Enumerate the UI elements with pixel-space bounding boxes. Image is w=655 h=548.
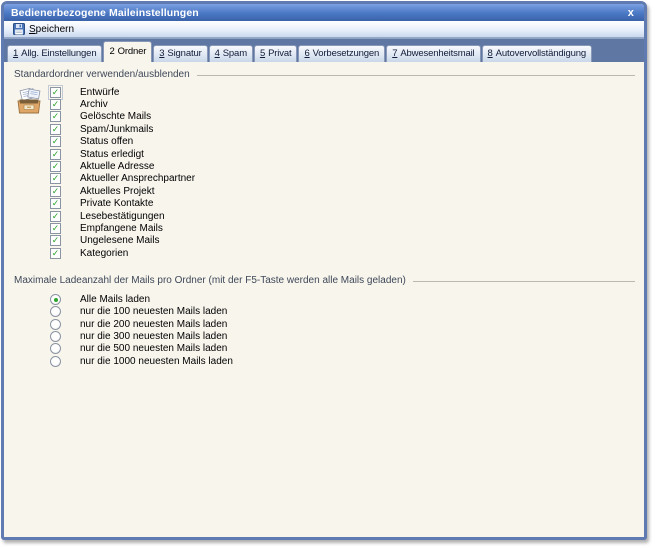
check-icon: ✓ [52,199,60,208]
checkbox-aktuelle-adresse[interactable]: ✓ [50,161,61,172]
section-header-ladeanzahl: Maximale Ladeanzahl der Mails pro Ordner… [14,275,636,286]
radio-alle-mails[interactable] [50,294,61,305]
tab-panel-ordner: Standardordner verwenden/ausblenden [4,62,644,537]
checkbox-archiv[interactable]: ✓ [50,99,61,110]
archive-drawer-icon [14,88,44,115]
folder-row: ✓Ungelesene Mails [50,235,636,247]
tab-allg-einstellungen[interactable]: 1Allg. Einstellungen [7,45,102,62]
radio-100-mails[interactable] [50,306,61,317]
radio-row: nur die 200 neuesten Mails laden [50,318,636,330]
checkbox-lesebestaetigungen[interactable]: ✓ [50,211,61,222]
checkbox-private-kontakte[interactable]: ✓ [50,198,61,209]
check-icon: ✓ [52,212,60,221]
checkbox-entwuerfe[interactable]: ✓ [50,87,61,98]
radio-500-mails[interactable] [50,343,61,354]
folders-group: ✓Entwürfe ✓Archiv ✓Gelöschte Mails ✓Spam… [14,86,636,259]
folder-row: ✓Archiv [50,98,636,110]
folder-row: ✓Aktuelle Adresse [50,160,636,172]
section-title: Standardordner verwenden/ausblenden [14,69,190,80]
tab-strip: 1Allg. Einstellungen 2Ordner 3Signatur 4… [4,38,644,62]
checkbox-geloeschte-mails[interactable]: ✓ [50,111,61,122]
check-icon: ✓ [52,162,60,171]
checkbox-ungelesene-mails[interactable]: ✓ [50,235,61,246]
folder-row: ✓Entwürfe [50,86,636,98]
radio-row: nur die 100 neuesten Mails laden [50,306,636,318]
section-header-standardordner: Standardordner verwenden/ausblenden [14,69,636,80]
tab-signatur[interactable]: 3Signatur [153,45,207,62]
tab-privat[interactable]: 5Privat [254,45,298,62]
section-title: Maximale Ladeanzahl der Mails pro Ordner… [14,275,406,286]
check-icon: ✓ [52,137,60,146]
folder-row: ✓Status erledigt [50,148,636,160]
radio-300-mails[interactable] [50,331,61,342]
close-icon[interactable]: x [625,7,637,19]
radio-row: nur die 500 neuesten Mails laden [50,343,636,355]
check-icon: ✓ [52,224,60,233]
folder-checkbox-list: ✓Entwürfe ✓Archiv ✓Gelöschte Mails ✓Spam… [50,86,636,259]
tab-spam[interactable]: 4Spam [209,45,253,62]
tab-abwesenheitsmail[interactable]: 7Abwesenheitsmail [386,45,480,62]
save-button[interactable]: Speichern [13,23,74,35]
check-icon: ✓ [52,236,60,245]
load-count-options: Alle Mails laden nur die 100 neuesten Ma… [50,293,636,367]
checkbox-empfangene-mails[interactable]: ✓ [50,223,61,234]
checkbox-status-erledigt[interactable]: ✓ [50,149,61,160]
load-count-group: Maximale Ladeanzahl der Mails pro Ordner… [14,275,636,367]
settings-dialog: Bedienerbezogene Maileinstellungen x Spe… [1,1,647,540]
tab-ordner[interactable]: 2Ordner [103,41,152,62]
check-icon: ✓ [52,249,60,258]
radio-row: nur die 300 neuesten Mails laden [50,330,636,342]
check-icon: ✓ [52,100,60,109]
folder-row: ✓Empfangene Mails [50,222,636,234]
folder-row: ✓Private Kontakte [50,198,636,210]
radio-row: nur die 1000 neuesten Mails laden [50,355,636,367]
checkbox-spam-junkmails[interactable]: ✓ [50,124,61,135]
section-rule [413,281,635,282]
tab-vorbesetzungen[interactable]: 6Vorbesetzungen [298,45,385,62]
toolbar: Speichern [4,21,644,38]
folder-row: ✓Aktuelles Projekt [50,185,636,197]
window-title: Bedienerbezogene Maileinstellungen [11,7,625,19]
section-rule [197,75,635,76]
tab-autovervollstaendigung[interactable]: 8Autovervollständigung [482,45,592,62]
checkbox-status-offen[interactable]: ✓ [50,136,61,147]
checkbox-kategorien[interactable]: ✓ [50,248,61,259]
folder-row: ✓Status offen [50,136,636,148]
folder-row: ✓Kategorien [50,247,636,259]
check-icon: ✓ [52,150,60,159]
check-icon: ✓ [52,125,60,134]
folder-row: ✓Lesebestätigungen [50,210,636,222]
check-icon: ✓ [52,174,60,183]
check-icon: ✓ [52,187,60,196]
folder-row: ✓Gelöschte Mails [50,111,636,123]
folder-row: ✓Spam/Junkmails [50,123,636,135]
radio-200-mails[interactable] [50,319,61,330]
radio-1000-mails[interactable] [50,356,61,367]
folder-row: ✓Aktueller Ansprechpartner [50,173,636,185]
checkbox-aktuelles-projekt[interactable]: ✓ [50,186,61,197]
check-icon: ✓ [52,112,60,121]
check-icon: ✓ [52,88,60,97]
radio-row: Alle Mails laden [50,293,636,305]
floppy-disk-icon [13,23,25,35]
save-button-label: Speichern [29,24,74,35]
window-titlebar: Bedienerbezogene Maileinstellungen x [4,4,644,21]
checkbox-aktueller-ansprechpartner[interactable]: ✓ [50,173,61,184]
